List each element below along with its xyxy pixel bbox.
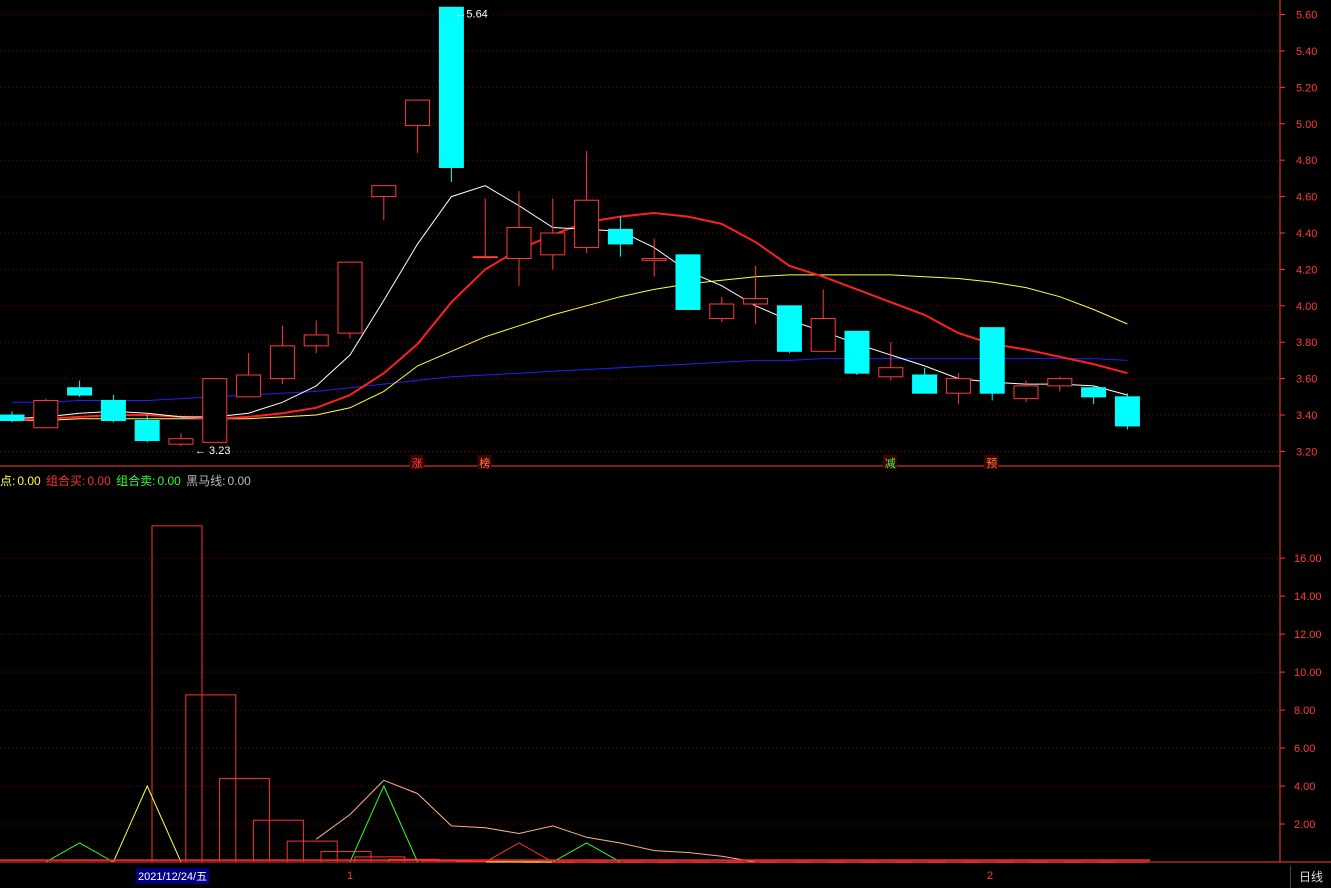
candle-body-down — [100, 399, 126, 421]
price-tick-label: 3.80 — [1296, 337, 1317, 349]
legend-buy-value: 0.00 — [87, 474, 111, 488]
legend-a-label: 点: — [0, 474, 16, 488]
price-tick-label: 4.20 — [1296, 264, 1317, 276]
price-tick-label: 5.40 — [1296, 46, 1317, 58]
candle-body-up — [269, 345, 295, 380]
candle-body-up — [878, 367, 904, 378]
lower-tick-label: 8.00 — [1294, 705, 1315, 717]
candle-body-down — [844, 330, 870, 374]
signal-marker: 减 — [885, 457, 896, 470]
candle-body-up — [641, 257, 667, 261]
legend-buy-label: 组合买: — [46, 474, 86, 488]
candlesticks[interactable] — [0, 6, 1140, 446]
price-tick-label: 4.40 — [1296, 228, 1317, 240]
candle-body-up — [743, 298, 769, 305]
candle-body-down — [67, 387, 93, 396]
candle-body-down — [607, 228, 633, 245]
month-mark-2: 2 — [987, 870, 994, 882]
lower-tick-label: 2.00 — [1294, 819, 1315, 831]
price-tick-label: 3.40 — [1296, 410, 1317, 422]
price-tick-label: 3.20 — [1296, 446, 1317, 458]
candle-body-down — [134, 419, 160, 442]
period-button[interactable]: 日线 — [1290, 866, 1331, 888]
candle-body-up — [945, 378, 971, 394]
signal-marker: 榜 — [479, 456, 490, 470]
candle-body-up — [236, 374, 262, 398]
legend-horse-value: 0.00 — [227, 474, 251, 488]
candle-body-down — [0, 414, 25, 421]
candle-body-up — [168, 438, 194, 445]
candle-body-down — [979, 327, 1005, 394]
candle-body-down — [1114, 396, 1140, 427]
candle-body-down — [1081, 387, 1107, 398]
lower-indicator — [0, 525, 1150, 863]
candle-body-up — [405, 99, 431, 127]
candle-body-up — [810, 318, 836, 352]
indicator-bar — [151, 525, 203, 863]
candle-body-up — [303, 334, 329, 347]
price-tick-label: 3.60 — [1296, 374, 1317, 386]
stock-chart[interactable]: 5.60 5.40 5.20 5.00 4.80 4.60 4.40 4.20 4.00 3.80… — [0, 0, 1331, 888]
price-tick-label: 4.60 — [1296, 192, 1317, 204]
month-mark-1: 1 — [347, 870, 354, 882]
price-tick-label: 4.00 — [1296, 301, 1317, 313]
legend-sell-value: 0.00 — [157, 474, 181, 488]
candle-body-up — [574, 199, 600, 249]
candle-body-up — [371, 185, 397, 198]
grid-lines — [0, 14, 1280, 825]
lower-tick-label: 14.00 — [1294, 591, 1322, 603]
low-price-label: ← 3.23 — [195, 445, 230, 457]
lower-tick-label: 16.00 — [1294, 553, 1322, 565]
candle-body-down — [675, 254, 701, 310]
candle-body-up — [1013, 385, 1039, 400]
candle-body-up — [540, 232, 566, 256]
price-tick-label: 5.00 — [1296, 119, 1317, 131]
price-tick-label: 5.60 — [1296, 10, 1317, 22]
lower-tick-label: 4.00 — [1294, 781, 1315, 793]
indicator-line-orange — [315, 779, 1128, 863]
candle-body-up — [709, 303, 735, 320]
legend-a-value: 0.00 — [17, 474, 41, 488]
price-tick-label: 5.20 — [1296, 82, 1317, 94]
lower-tick-label: 12.00 — [1294, 629, 1322, 641]
high-price-label: ←5.64 — [455, 8, 487, 20]
candle-body-down — [438, 6, 464, 168]
indicator-legend: 点: 0.00 组合买: 0.00 组合卖: 0.00 黑马线: 0.00 — [0, 472, 253, 489]
legend-sell-label: 组合卖: — [116, 474, 156, 488]
cursor-date-label: 2021/12/24/五 — [136, 868, 210, 884]
signal-marker: 涨 — [412, 457, 423, 470]
candle-body-down — [912, 374, 938, 394]
candle-body-up — [33, 399, 59, 429]
price-axis: 5.60 5.40 5.20 5.00 4.80 4.60 4.40 4.20 4.00 3.80… — [0, 0, 1331, 863]
candle-body-up — [506, 227, 532, 259]
signal-marker: 预 — [986, 457, 997, 470]
lower-tick-label: 6.00 — [1294, 743, 1315, 755]
candle-body-up — [202, 378, 228, 443]
lower-tick-label: 10.00 — [1294, 667, 1322, 679]
candle-body-up — [337, 261, 363, 334]
candle-body-down — [776, 305, 802, 352]
price-tick-label: 4.80 — [1296, 155, 1317, 167]
legend-horse-label: 黑马线: — [186, 474, 226, 488]
candle-body-up — [1047, 378, 1073, 387]
candle-body-up — [472, 256, 498, 259]
